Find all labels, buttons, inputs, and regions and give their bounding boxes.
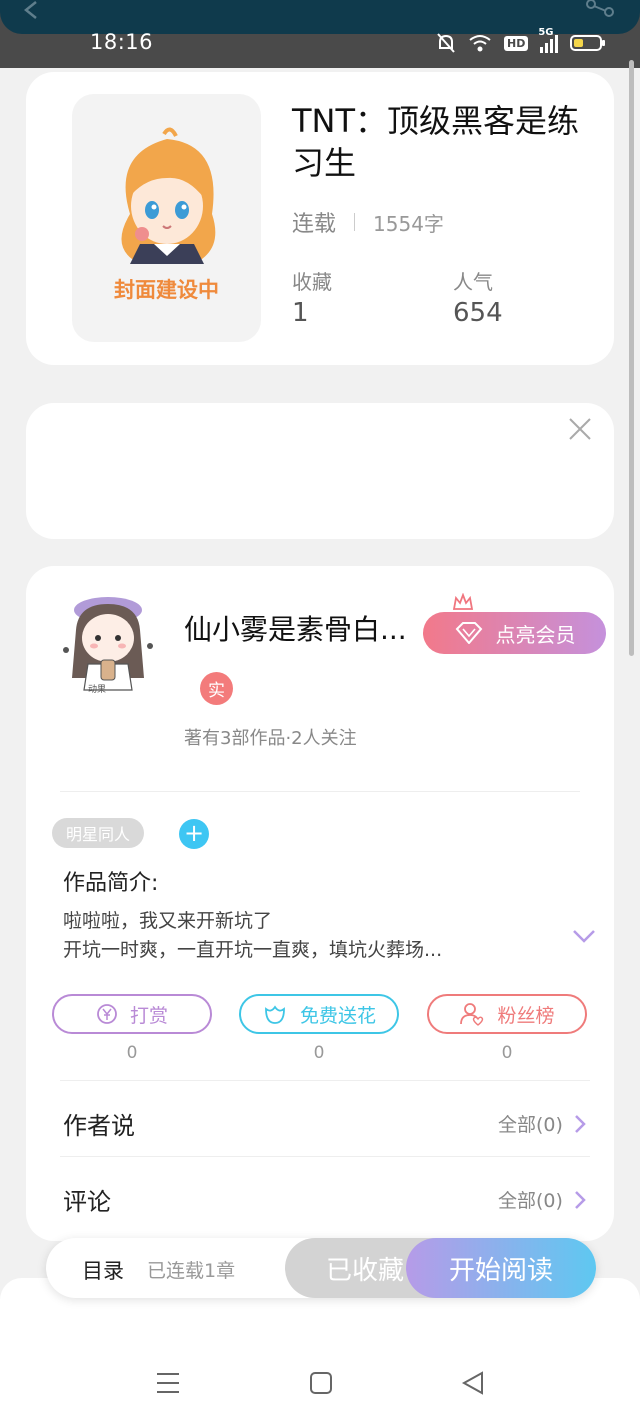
send-flower-label: 免费送花 bbox=[299, 1004, 376, 1027]
back-nav-icon[interactable] bbox=[460, 1370, 486, 1396]
popularity-value: 654 bbox=[453, 298, 503, 328]
genre-tag[interactable]: 明星同人 bbox=[52, 818, 145, 848]
author-notes-count: 全部(0) bbox=[498, 1114, 563, 1136]
home-nav-icon[interactable] bbox=[308, 1370, 334, 1396]
signal-icon: 5G bbox=[538, 27, 559, 53]
flower-icon bbox=[265, 1005, 285, 1024]
author-notes-title[interactable]: 作者说 bbox=[63, 1106, 135, 1141]
intro-heading: 作品简介: bbox=[63, 871, 159, 896]
crown-icon bbox=[452, 593, 474, 610]
start-reading-button[interactable]: 开始阅读 bbox=[406, 1238, 596, 1298]
chibi-girl-avatar bbox=[63, 597, 153, 691]
chevron-right-icon bbox=[575, 1114, 586, 1133]
word-count: 1554字 bbox=[373, 211, 444, 236]
author-meta: 著有3部作品·2人关注 bbox=[184, 728, 357, 749]
bottom-panel bbox=[0, 1278, 640, 1422]
book-status-row: 连载 1554字 bbox=[292, 206, 444, 238]
divider bbox=[60, 1080, 590, 1081]
author-avatar[interactable]: 动果 bbox=[58, 590, 158, 698]
share-icon[interactable] bbox=[585, 0, 615, 20]
comments-count: 全部(0) bbox=[498, 1190, 563, 1212]
add-tag-button[interactable]: + bbox=[179, 819, 209, 849]
fan-count: 0 bbox=[501, 1043, 513, 1063]
menu-nav-icon[interactable] bbox=[155, 1370, 181, 1396]
mute-bell-icon bbox=[437, 33, 455, 53]
back-arrow-icon[interactable] bbox=[20, 0, 46, 20]
reward-label: 打赏 bbox=[129, 1004, 168, 1027]
diamond-icon bbox=[455, 622, 482, 644]
fan-ranking-label: 粉丝榜 bbox=[497, 1004, 555, 1027]
wifi-icon bbox=[469, 35, 491, 52]
scrollbar[interactable] bbox=[629, 60, 634, 656]
send-flower-button[interactable]: 免费送花 bbox=[239, 994, 399, 1034]
fan-ranking-button[interactable]: 粉丝榜 bbox=[427, 994, 587, 1034]
status-icons: HD 5G bbox=[436, 27, 606, 56]
reward-count: 0 bbox=[126, 1043, 138, 1063]
comments-all-link[interactable]: 全部(0) bbox=[498, 1186, 587, 1213]
intro-line-2: 开坑一时爽，一直开坑一直爽，填坑火葬场... bbox=[63, 939, 443, 961]
status-time: 18:16 bbox=[90, 30, 154, 54]
popularity-label: 人气 bbox=[453, 270, 493, 294]
avatar-signature: 动果 bbox=[88, 685, 107, 695]
fan-person-icon bbox=[460, 1003, 484, 1026]
network-label: 5G bbox=[538, 27, 554, 38]
divider bbox=[60, 791, 580, 792]
vip-button[interactable]: 点亮会员 bbox=[423, 612, 606, 654]
divider bbox=[60, 1156, 590, 1157]
vip-button-label: 点亮会员 bbox=[495, 622, 576, 647]
yen-circle-icon bbox=[97, 1004, 117, 1024]
favorites-value: 1 bbox=[292, 298, 309, 328]
divider bbox=[354, 213, 356, 231]
close-icon[interactable] bbox=[568, 417, 592, 441]
reward-button[interactable]: 打赏 bbox=[52, 994, 212, 1034]
author-name[interactable]: 仙小雾是素骨白... bbox=[184, 608, 407, 648]
toc-chapter-count[interactable]: 已连载1章 bbox=[147, 1256, 235, 1283]
hd-badge: HD bbox=[504, 35, 529, 51]
chevron-down-icon[interactable] bbox=[572, 928, 596, 944]
battery-icon bbox=[570, 35, 606, 51]
ad-card bbox=[26, 403, 614, 539]
book-title: TNT：顶级黑客是练习生 bbox=[292, 102, 580, 182]
toc-button[interactable]: 目录 bbox=[82, 1255, 124, 1285]
verified-badge: 实 bbox=[200, 672, 233, 705]
anime-girl-illustration bbox=[121, 127, 216, 264]
book-cover[interactable]: 封面建设中 bbox=[72, 94, 261, 342]
chevron-right-icon bbox=[575, 1190, 586, 1209]
author-notes-all-link[interactable]: 全部(0) bbox=[498, 1110, 587, 1137]
flower-count: 0 bbox=[313, 1043, 325, 1063]
intro-line-1: 啦啦啦，我又来开新坑了 bbox=[63, 910, 273, 932]
favorites-label: 收藏 bbox=[292, 270, 332, 294]
cover-placeholder-text: 封面建设中 bbox=[114, 278, 219, 302]
serial-status: 连载 bbox=[292, 212, 337, 237]
comments-title[interactable]: 评论 bbox=[63, 1182, 111, 1217]
